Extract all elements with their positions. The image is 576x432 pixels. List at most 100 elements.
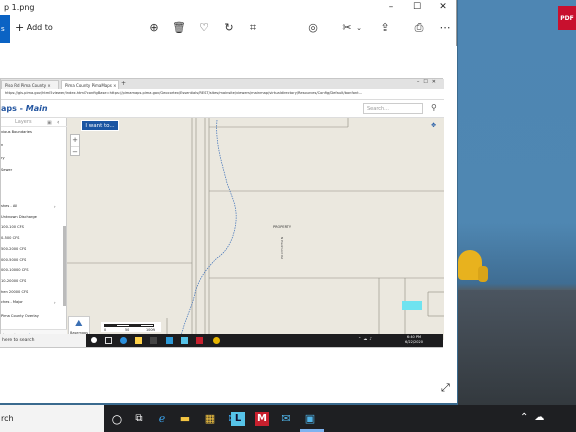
collapse-icon[interactable]: ‹: [57, 119, 59, 126]
layer-item[interactable]: 000-5000 CFS: [1, 258, 26, 262]
browser-window-controls[interactable]: –☐✕: [417, 79, 440, 85]
address-bar[interactable]: https://gis.pima.gov/html5viewer/index.h…: [1, 89, 444, 100]
scale-label: 100ft: [146, 328, 155, 332]
share-icon[interactable]: ⇪: [378, 21, 392, 35]
mail-icon[interactable]: [166, 337, 173, 344]
mcafee-icon[interactable]: [196, 337, 203, 344]
file-explorer-icon[interactable]: ▬: [178, 412, 192, 426]
window-controls: – ☐ ✕: [380, 1, 457, 13]
layer-item[interactable]: n: [1, 143, 3, 147]
chevron-right-icon[interactable]: ›: [54, 204, 56, 209]
layer-item[interactable]: Sewer: [1, 168, 12, 172]
layer-item[interactable]: shes - All: [1, 204, 17, 208]
mail-icon-2[interactable]: ✉: [279, 412, 293, 426]
search-input[interactable]: Search...: [363, 103, 423, 114]
scale-label: 50: [125, 328, 130, 332]
app-header: aps - Main Search... ⚲: [1, 100, 444, 118]
taskbar-tray[interactable]: ⌃☁: [520, 412, 550, 423]
maximize-icon[interactable]: ☐: [406, 1, 428, 13]
layers-menu-icon[interactable]: ▣: [47, 120, 52, 126]
mcafee-icon[interactable]: M: [255, 412, 269, 426]
l-app-icon[interactable]: [181, 337, 188, 344]
file-explorer-icon[interactable]: [135, 337, 142, 344]
app-title-prefix: aps -: [1, 104, 26, 113]
browser-tab[interactable]: Pima County PimaMaps ×: [61, 80, 119, 89]
delete-icon[interactable]: 🗑: [172, 21, 186, 35]
app-title: aps - Main: [1, 104, 48, 113]
crop-icon[interactable]: ⌗: [246, 21, 260, 35]
map-view[interactable]: I want to... + − ✥ PROPERTY N Piedmont R…: [67, 118, 444, 340]
cortana-icon[interactable]: ○: [110, 412, 124, 426]
fullscreen-icon[interactable]: ⤢: [441, 381, 450, 395]
new-tab-icon[interactable]: +: [121, 80, 126, 87]
layer-item[interactable]: hen 20000 CFS: [1, 290, 28, 294]
i-want-to-button[interactable]: I want to...: [81, 120, 119, 131]
chevron-right-icon[interactable]: ›: [54, 300, 56, 305]
search-icon[interactable]: ⚲: [431, 103, 437, 112]
photos-icon[interactable]: ▣: [303, 412, 317, 426]
app-title-main: Main: [25, 104, 48, 113]
scale-label: 0: [104, 328, 107, 332]
zoom-icon[interactable]: ⊕: [147, 21, 161, 35]
close-icon[interactable]: ✕: [432, 1, 454, 13]
inner-taskbar-search[interactable]: here to search: [0, 334, 86, 347]
road-label: N Piedmont Rd: [280, 237, 284, 260]
zoom-control: + −: [70, 134, 80, 156]
basemap-icon: ⛰: [75, 319, 83, 329]
hard-hat-image-2: [478, 266, 488, 282]
store-icon[interactable]: [150, 337, 157, 344]
zoom-in-button[interactable]: +: [71, 135, 79, 145]
add-to-button[interactable]: + Add to: [15, 21, 53, 34]
store-icon[interactable]: ▦: [203, 412, 217, 426]
chevron-down-icon[interactable]: ⌄: [352, 21, 366, 35]
layer-item[interactable]: 10-20000 CFS: [1, 279, 26, 283]
parcel-lines: [67, 118, 444, 340]
task-view-icon[interactable]: [91, 337, 97, 343]
task-view-icon[interactable]: [105, 337, 112, 344]
wallpaper-ground: [458, 290, 576, 405]
enhance-icon[interactable]: ◎: [306, 21, 320, 35]
system-tray[interactable]: ⌃☁♪: [358, 336, 374, 341]
add-to-label: Add to: [26, 23, 53, 32]
layer-item[interactable]: Unknown Discharge: [1, 215, 37, 219]
plus-icon: +: [15, 21, 25, 34]
taskbar-search[interactable]: rch: [0, 405, 104, 432]
task-view-icon[interactable]: ⧉: [132, 412, 146, 426]
url-text: https://gis.pima.gov/html5viewer/index.h…: [5, 91, 363, 95]
browser-tabstrip: Piso Rd Pima County × Pima County PimaMa…: [1, 79, 444, 89]
chrome-icon[interactable]: [213, 337, 220, 344]
more-icon[interactable]: ⋯: [438, 21, 452, 35]
edge-icon[interactable]: ℯ: [155, 412, 169, 426]
heart-icon[interactable]: ♡: [197, 21, 211, 35]
l-app-icon[interactable]: L: [231, 412, 245, 426]
photos-app-window: p 1.png – ☐ ✕ s + Add to ⊕ 🗑 ♡ ↻ ⌗ ◎ ✂ ⌄…: [0, 0, 457, 403]
photos-back-button[interactable]: s: [0, 15, 10, 43]
browser-tab[interactable]: Piso Rd Pima County ×: [1, 80, 59, 89]
zoom-out-button[interactable]: −: [71, 146, 79, 156]
rotate-icon[interactable]: ↻: [222, 21, 236, 35]
layer-item[interactable]: vious Boundaries: [1, 130, 32, 134]
print-icon[interactable]: ⎙: [412, 21, 426, 35]
edge-icon[interactable]: [120, 337, 127, 344]
pdf-icon-label: PDF: [560, 15, 574, 22]
tools-icon[interactable]: ✥: [431, 122, 436, 129]
scale-ruler: [104, 324, 154, 327]
layer-item[interactable]: ry: [1, 156, 5, 160]
layers-scrollbar[interactable]: [63, 226, 66, 306]
layers-panel: Layers ▣ ‹ vious Boundaries n ry Sewer s…: [1, 118, 67, 340]
browser-screenshot: Piso Rd Pima County × Pima County PimaMa…: [0, 78, 444, 348]
layer-item[interactable]: 500-2000 CFS: [1, 247, 26, 251]
pdf-desktop-icon[interactable]: PDF: [558, 6, 576, 30]
photos-toolbar: s + Add to ⊕ 🗑 ♡ ↻ ⌗ ◎ ✂ ⌄ ⇪ ⎙ ⋯: [0, 15, 457, 43]
highlighted-parcel[interactable]: [402, 301, 422, 310]
window-title: p 1.png: [4, 3, 35, 12]
layer-item[interactable]: ches - Major: [1, 300, 23, 304]
clock-date: 6/22/2020: [405, 340, 423, 344]
property-label: PROPERTY: [273, 225, 292, 229]
layer-item[interactable]: 000-10000 CFS: [1, 268, 29, 272]
layer-item[interactable]: 0-500 CFS: [1, 236, 19, 240]
layer-item[interactable]: Pima County Overlay: [1, 314, 39, 318]
minimize-icon[interactable]: –: [380, 1, 402, 13]
layer-item[interactable]: 100-100 CFS: [1, 225, 24, 229]
clock[interactable]: 6:40 PM 6/22/2020: [405, 335, 423, 345]
